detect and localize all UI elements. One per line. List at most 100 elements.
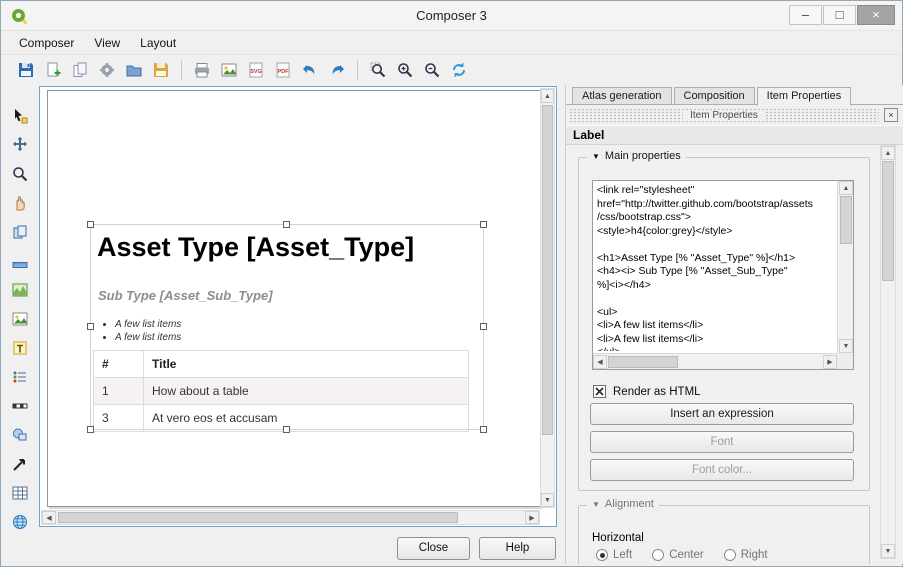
- radio-right[interactable]: Right: [724, 549, 768, 561]
- add-legend-tool[interactable]: [7, 364, 33, 390]
- radio-left[interactable]: Left: [596, 549, 632, 561]
- add-scalebar-tool[interactable]: [7, 393, 33, 419]
- redo-button[interactable]: [324, 57, 350, 83]
- scroll-up-icon[interactable]: ▲: [881, 146, 895, 160]
- undo-button[interactable]: [297, 57, 323, 83]
- print-button[interactable]: [189, 57, 215, 83]
- composer-manager-button[interactable]: [94, 57, 120, 83]
- insert-expression-button[interactable]: Insert an expression: [590, 403, 854, 425]
- selection-handle[interactable]: [87, 221, 94, 228]
- maximize-button[interactable]: □: [823, 5, 856, 25]
- export-svg-button[interactable]: SVG: [243, 57, 269, 83]
- scroll-down-icon[interactable]: ▼: [881, 544, 895, 558]
- selection-handle[interactable]: [480, 426, 487, 433]
- menu-composer[interactable]: Composer: [9, 33, 84, 53]
- scroll-up-icon[interactable]: ▲: [541, 89, 554, 103]
- menu-layout[interactable]: Layout: [130, 33, 186, 53]
- save-template-button[interactable]: [148, 57, 174, 83]
- horizontal-label: Horizontal: [592, 532, 644, 544]
- close-window-button[interactable]: ×: [857, 5, 895, 25]
- add-html-tool[interactable]: [7, 509, 33, 535]
- editor-vertical-scrollbar[interactable]: ▲ ▼: [837, 181, 853, 353]
- zoom-tool[interactable]: [7, 161, 33, 187]
- dock-title-bar[interactable]: Item Properties: [569, 108, 879, 122]
- magnifier-icon: [11, 165, 29, 183]
- radio-button-icon[interactable]: [652, 549, 664, 561]
- canvas-vertical-scrollbar[interactable]: ▲ ▼: [540, 88, 555, 508]
- zoom-in-button[interactable]: [392, 57, 418, 83]
- menu-view[interactable]: View: [84, 33, 130, 53]
- selection-handle[interactable]: [87, 426, 94, 433]
- zoom-out-button[interactable]: [419, 57, 445, 83]
- font-button[interactable]: Font: [590, 431, 854, 453]
- tab-atlas-generation[interactable]: Atlas generation: [572, 87, 672, 105]
- selection-handle[interactable]: [480, 221, 487, 228]
- html-source-editor[interactable]: <link rel="stylesheet" href="http://twit…: [592, 180, 854, 370]
- paper-page[interactable]: Asset Type [Asset_Type] Sub Type [Asset_…: [47, 90, 541, 507]
- duplicate-composer-button[interactable]: [67, 57, 93, 83]
- add-shape-tool[interactable]: [7, 422, 33, 448]
- close-button[interactable]: Close: [397, 537, 470, 560]
- scroll-up-icon[interactable]: ▲: [839, 181, 853, 195]
- scroll-down-icon[interactable]: ▼: [839, 339, 853, 353]
- copy-tool[interactable]: [7, 219, 33, 245]
- label-item[interactable]: Asset Type [Asset_Type] Sub Type [Asset_…: [90, 224, 484, 430]
- scrollbar-thumb[interactable]: [882, 161, 894, 281]
- save-project-button[interactable]: [13, 57, 39, 83]
- help-button[interactable]: Help: [479, 537, 556, 560]
- collapse-triangle-icon[interactable]: ▼: [592, 152, 600, 161]
- add-map-tool[interactable]: [7, 277, 33, 303]
- render-as-html-checkbox[interactable]: [593, 385, 606, 398]
- select-cursor-icon: [11, 107, 29, 125]
- scrollbar-thumb[interactable]: [608, 356, 678, 368]
- table-row: 3 At vero eos et accusam: [94, 405, 469, 432]
- canvas-horizontal-scrollbar[interactable]: ◀ ▶: [41, 510, 540, 525]
- select-move-item-tool[interactable]: [7, 103, 33, 129]
- render-as-html-row: Render as HTML: [593, 385, 701, 398]
- scrollbar-thumb[interactable]: [542, 105, 553, 435]
- ruler-tool[interactable]: [7, 248, 33, 274]
- tab-composition[interactable]: Composition: [674, 87, 755, 105]
- radio-button-icon[interactable]: [596, 549, 608, 561]
- map-icon: [11, 281, 29, 299]
- shapes-icon: [11, 426, 29, 444]
- dock-close-icon[interactable]: ×: [884, 108, 898, 122]
- add-table-tool[interactable]: [7, 480, 33, 506]
- editor-horizontal-scrollbar[interactable]: ◀ ▶: [593, 353, 837, 369]
- font-color-button[interactable]: Font color...: [590, 459, 854, 481]
- load-template-button[interactable]: [121, 57, 147, 83]
- pan-tool[interactable]: [7, 190, 33, 216]
- radio-center[interactable]: Center: [652, 549, 704, 561]
- export-image-button[interactable]: [216, 57, 242, 83]
- selection-handle[interactable]: [283, 221, 290, 228]
- scroll-right-icon[interactable]: ▶: [525, 511, 539, 524]
- scroll-left-icon[interactable]: ◀: [593, 355, 607, 369]
- new-composer-icon: [44, 61, 62, 79]
- refresh-view-button[interactable]: [446, 57, 472, 83]
- scroll-left-icon[interactable]: ◀: [42, 511, 56, 524]
- add-arrow-tool[interactable]: [7, 451, 33, 477]
- scrollbar-thumb[interactable]: [840, 196, 852, 244]
- selection-handle[interactable]: [283, 426, 290, 433]
- zoom-full-button[interactable]: [365, 57, 391, 83]
- zoom-full-icon: [369, 61, 387, 79]
- add-label-tool[interactable]: [7, 335, 33, 361]
- scrollbar-corner: [837, 353, 853, 369]
- scroll-down-icon[interactable]: ▼: [541, 493, 554, 507]
- add-image-tool[interactable]: [7, 306, 33, 332]
- html-source-text[interactable]: <link rel="stylesheet" href="http://twit…: [597, 184, 835, 351]
- scrollbar-thumb[interactable]: [58, 512, 458, 523]
- scroll-right-icon[interactable]: ▶: [823, 355, 837, 369]
- minimize-button[interactable]: –: [789, 5, 822, 25]
- export-pdf-button[interactable]: PDF: [270, 57, 296, 83]
- move-content-tool[interactable]: [7, 132, 33, 158]
- collapse-triangle-icon[interactable]: ▼: [592, 500, 600, 509]
- composition-canvas[interactable]: Asset Type [Asset_Type] Sub Type [Asset_…: [39, 86, 557, 527]
- new-composer-button[interactable]: [40, 57, 66, 83]
- selection-handle[interactable]: [480, 323, 487, 330]
- tab-item-properties[interactable]: Item Properties: [757, 87, 852, 106]
- panel-vertical-scrollbar[interactable]: ▲ ▼: [880, 145, 896, 559]
- selection-handle[interactable]: [87, 323, 94, 330]
- svg-export-icon: SVG: [247, 61, 265, 79]
- radio-button-icon[interactable]: [724, 549, 736, 561]
